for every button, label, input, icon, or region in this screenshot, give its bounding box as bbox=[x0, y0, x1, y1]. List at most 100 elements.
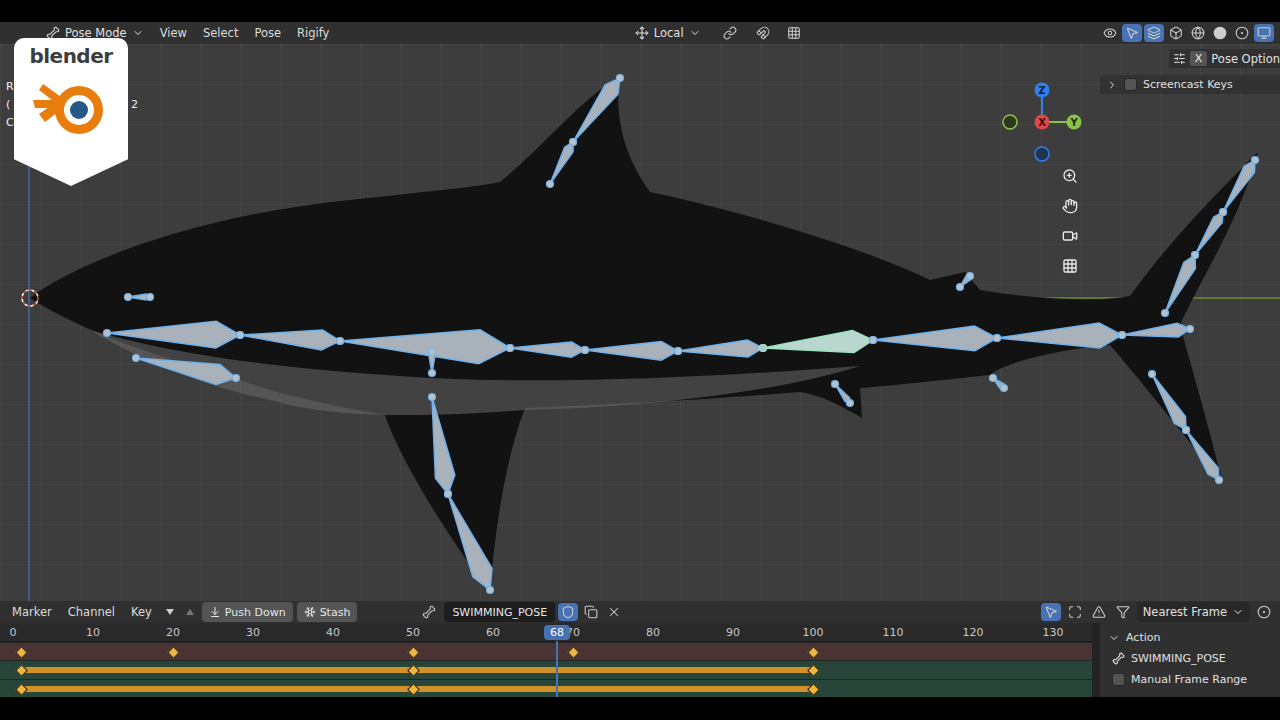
menu-item[interactable]: Marker bbox=[6, 603, 58, 621]
push-down-button[interactable]: Push Down bbox=[202, 602, 293, 622]
bone[interactable] bbox=[104, 321, 244, 348]
channel-row[interactable] bbox=[0, 661, 1092, 678]
pan-button[interactable] bbox=[1056, 192, 1084, 220]
menu-item[interactable]: Select bbox=[197, 24, 244, 42]
proportional-button[interactable] bbox=[1254, 603, 1274, 621]
frame-ruler[interactable]: 010203040506070809010011012013068 bbox=[0, 623, 1092, 642]
neg-z-axis-icon[interactable] bbox=[1035, 147, 1049, 161]
bone[interactable] bbox=[547, 139, 577, 188]
menu-item[interactable]: Key bbox=[125, 603, 158, 621]
overlay-button[interactable] bbox=[1144, 24, 1164, 42]
bone[interactable] bbox=[990, 375, 1008, 392]
menu-item[interactable]: Rigify bbox=[291, 24, 335, 42]
bone[interactable] bbox=[1220, 157, 1259, 216]
y-axis[interactable]: Y bbox=[1067, 115, 1082, 130]
bone[interactable] bbox=[507, 342, 589, 357]
mirror-x-button[interactable]: X bbox=[1190, 51, 1208, 66]
bone[interactable] bbox=[445, 491, 494, 594]
only-selected-button[interactable] bbox=[162, 603, 178, 621]
bone[interactable] bbox=[994, 323, 1126, 348]
gizmo-button[interactable] bbox=[1122, 24, 1142, 42]
z-axis[interactable]: Z bbox=[1035, 83, 1050, 98]
select-tool-button[interactable] bbox=[1041, 603, 1061, 621]
xray-button[interactable] bbox=[1166, 24, 1186, 42]
channel-row[interactable] bbox=[0, 680, 1092, 697]
solid-button[interactable] bbox=[1210, 24, 1230, 42]
bone[interactable] bbox=[870, 326, 1001, 351]
menu-item[interactable]: Pose bbox=[248, 24, 287, 42]
bone[interactable] bbox=[133, 355, 240, 385]
current-frame[interactable]: 68 bbox=[544, 625, 570, 640]
bone[interactable] bbox=[1192, 209, 1227, 259]
channel-row[interactable] bbox=[0, 643, 1092, 660]
bone[interactable] bbox=[675, 340, 767, 357]
bone[interactable] bbox=[832, 381, 854, 407]
keyframe[interactable] bbox=[167, 646, 180, 659]
track-area[interactable]: 010203040506070809010011012013068 bbox=[0, 623, 1092, 697]
bone[interactable] bbox=[957, 273, 974, 291]
fake-user-button[interactable] bbox=[558, 603, 578, 621]
hold-bar bbox=[21, 667, 413, 673]
bone[interactable] bbox=[760, 330, 877, 352]
keyframe[interactable] bbox=[807, 646, 820, 659]
bone[interactable] bbox=[125, 294, 154, 301]
orientation-dropdown[interactable]: Local bbox=[629, 23, 707, 43]
camera-button[interactable] bbox=[1056, 222, 1084, 250]
duplicate-button[interactable] bbox=[581, 603, 601, 621]
manual-frame-range-row[interactable]: Manual Frame Range bbox=[1108, 671, 1274, 688]
bone[interactable] bbox=[570, 75, 624, 146]
neg-y-axis-icon[interactable] bbox=[1003, 115, 1017, 129]
keyframe[interactable] bbox=[567, 646, 580, 659]
keyframe[interactable] bbox=[15, 646, 28, 659]
browse-action-button[interactable] bbox=[417, 603, 441, 621]
triangle-down-icon[interactable] bbox=[165, 607, 175, 617]
action-panel-header[interactable]: Action bbox=[1108, 629, 1274, 646]
pivot-button[interactable] bbox=[715, 24, 745, 42]
bone[interactable] bbox=[1183, 427, 1223, 484]
menu-item[interactable]: View bbox=[154, 24, 193, 42]
manual-frame-range-checkbox[interactable] bbox=[1112, 673, 1125, 686]
action-name-field[interactable]: SWIMMING_POSE bbox=[444, 602, 555, 622]
unlink-button[interactable] bbox=[604, 603, 624, 621]
menu-item[interactable]: Channel bbox=[62, 603, 121, 621]
visibility-button[interactable] bbox=[1100, 24, 1120, 42]
snap-button[interactable] bbox=[753, 24, 773, 42]
filter-button[interactable] bbox=[1113, 603, 1133, 621]
svg-text:Z: Z bbox=[1038, 85, 1045, 96]
3d-viewport[interactable]: R(2CXPose OptionScreencast KeysZXY bbox=[0, 44, 1280, 601]
triangle-up-icon[interactable] bbox=[185, 607, 195, 617]
screencast-checkbox[interactable] bbox=[1124, 78, 1137, 91]
playhead[interactable] bbox=[556, 641, 558, 697]
bone[interactable] bbox=[582, 342, 682, 361]
hold-bar bbox=[413, 667, 813, 673]
bone[interactable] bbox=[1119, 323, 1194, 338]
material-button[interactable] bbox=[1232, 24, 1252, 42]
axis-gizmo[interactable]: Z X Y bbox=[1002, 82, 1082, 162]
box-select-button[interactable] bbox=[1065, 603, 1085, 621]
scene-canvas[interactable] bbox=[0, 44, 1280, 601]
bone[interactable] bbox=[337, 330, 514, 364]
ortho-button[interactable] bbox=[1056, 252, 1084, 280]
rendered-button[interactable] bbox=[1254, 24, 1274, 42]
wireframe-button[interactable] bbox=[1188, 24, 1208, 42]
action-row[interactable]: SWIMMING_POSE bbox=[1108, 650, 1274, 667]
stash-button[interactable]: Stash bbox=[297, 602, 358, 622]
show-hidden-button[interactable] bbox=[182, 603, 198, 621]
bone[interactable] bbox=[237, 330, 344, 350]
x-axis[interactable]: X bbox=[1035, 115, 1050, 130]
bone[interactable] bbox=[1162, 252, 1199, 317]
bone[interactable] bbox=[1149, 371, 1190, 434]
snapping-dropdown[interactable]: Nearest Frame bbox=[1137, 602, 1250, 622]
snap-target-button[interactable] bbox=[781, 24, 807, 42]
bone[interactable] bbox=[429, 349, 436, 377]
screencast-panel[interactable]: Screencast Keys bbox=[1100, 75, 1280, 94]
shark-body[interactable] bbox=[30, 76, 1258, 592]
bone[interactable] bbox=[429, 394, 455, 498]
errors-button[interactable] bbox=[1089, 603, 1109, 621]
3d-cursor-icon[interactable] bbox=[22, 290, 38, 306]
pivot-icon bbox=[723, 26, 737, 40]
pose-options-label[interactable]: Pose Option bbox=[1211, 52, 1280, 66]
keyframe[interactable] bbox=[407, 646, 420, 659]
zoom-button[interactable] bbox=[1056, 162, 1084, 190]
frame-tick: 30 bbox=[246, 626, 260, 639]
